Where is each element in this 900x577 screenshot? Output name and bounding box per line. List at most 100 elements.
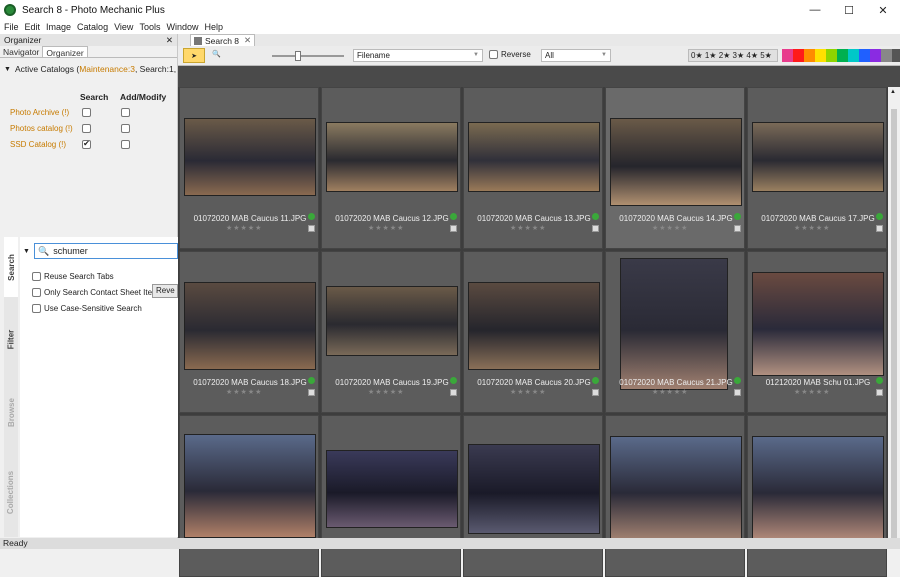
- menu-help[interactable]: Help: [204, 22, 223, 32]
- color-swatch[interactable]: [881, 49, 892, 62]
- thumbnail-image[interactable]: [752, 272, 884, 376]
- scroll-up-icon[interactable]: ▲: [890, 89, 896, 95]
- checkbox[interactable]: [32, 287, 41, 297]
- thumbnail-image[interactable]: [326, 286, 458, 356]
- color-swatch[interactable]: [804, 49, 815, 62]
- vtab-collections[interactable]: Collections: [4, 457, 18, 527]
- star-rating-icon[interactable]: ★★★★★: [510, 388, 546, 396]
- tag-checkbox[interactable]: [592, 225, 599, 232]
- catalog-name[interactable]: Photo Archive (!): [10, 108, 80, 117]
- reveal-button[interactable]: Reve: [152, 284, 178, 298]
- tab-search-8[interactable]: Search 8 ✕: [190, 34, 256, 46]
- vtab-filter[interactable]: Filter: [4, 309, 18, 369]
- thumbnail-image[interactable]: [620, 258, 728, 390]
- option-reuse-search-tabs[interactable]: Reuse Search Tabs: [32, 270, 114, 282]
- menu-catalog[interactable]: Catalog: [77, 22, 108, 32]
- star-rating-icon[interactable]: ★★★★★: [652, 388, 688, 396]
- thumbnail-cell[interactable]: 01072020 MAB Caucus 21.JPG ★★★★★: [605, 251, 745, 413]
- reverse-toggle[interactable]: Reverse: [489, 50, 531, 59]
- maximize-button[interactable]: ☐: [832, 0, 866, 20]
- menu-image[interactable]: Image: [46, 22, 71, 32]
- tab-navigator[interactable]: Navigator: [0, 46, 42, 57]
- panel-close-icon[interactable]: ✕: [166, 35, 173, 46]
- thumbnail-cell[interactable]: [321, 415, 461, 577]
- tag-checkbox[interactable]: [734, 389, 741, 396]
- thumbnail-cell[interactable]: [605, 415, 745, 577]
- thumbnail-image[interactable]: [468, 444, 600, 534]
- star-rating-icon[interactable]: ★★★★★: [794, 224, 830, 232]
- thumbnail-cell[interactable]: 01072020 MAB Caucus 11.JPG ★★★★★: [179, 87, 319, 249]
- checkbox[interactable]: [32, 303, 41, 313]
- tag-checkbox[interactable]: [734, 225, 741, 232]
- color-swatch[interactable]: [859, 49, 870, 62]
- color-swatch[interactable]: [815, 49, 826, 62]
- close-button[interactable]: ✕: [866, 0, 900, 20]
- menu-view[interactable]: View: [114, 22, 133, 32]
- tab-organizer[interactable]: Organizer: [42, 46, 88, 58]
- vtab-browse[interactable]: Browse: [4, 382, 18, 442]
- color-swatch[interactable]: [793, 49, 804, 62]
- thumbnail-cell[interactable]: [179, 415, 319, 577]
- catalog-search-checkbox[interactable]: [82, 107, 91, 117]
- menu-tools[interactable]: Tools: [139, 22, 160, 32]
- thumbnail-image[interactable]: [184, 282, 316, 370]
- catalog-modify-checkbox[interactable]: [121, 123, 130, 133]
- active-catalogs-heading[interactable]: ▼ Active Catalogs (Maintenance:3, Search…: [4, 64, 178, 74]
- thumbnail-size-slider[interactable]: [272, 51, 344, 61]
- reverse-checkbox[interactable]: [489, 50, 498, 59]
- thumbnail-cell[interactable]: 01212020 MAB Schu 01.JPG ★★★★★: [747, 251, 887, 413]
- vtab-search[interactable]: Search: [4, 237, 18, 297]
- catalog-name[interactable]: Photos catalog (!): [10, 124, 80, 133]
- color-swatch[interactable]: [870, 49, 881, 62]
- filter-dropdown[interactable]: All ▼: [541, 49, 611, 62]
- thumbnail-image[interactable]: [326, 122, 458, 192]
- thumbnail-cell[interactable]: [463, 415, 603, 577]
- close-tab-icon[interactable]: ✕: [244, 35, 251, 46]
- scrollbar-thumb[interactable]: [891, 109, 897, 539]
- thumbnail-image[interactable]: [610, 436, 742, 540]
- option-case-sensitive[interactable]: Use Case-Sensitive Search: [32, 302, 142, 314]
- vertical-scrollbar[interactable]: ▲: [888, 87, 900, 539]
- color-swatch[interactable]: [848, 49, 859, 62]
- thumbnail-cell[interactable]: 01072020 MAB Caucus 20.JPG ★★★★★: [463, 251, 603, 413]
- tag-checkbox[interactable]: [876, 225, 883, 232]
- tag-checkbox[interactable]: [450, 225, 457, 232]
- select-tool-button[interactable]: ➤: [183, 48, 205, 63]
- menu-file[interactable]: File: [4, 22, 19, 32]
- thumbnail-image[interactable]: [752, 122, 884, 192]
- tag-checkbox[interactable]: [592, 389, 599, 396]
- thumbnail-cell[interactable]: 01072020 MAB Caucus 14.JPG ★★★★★: [605, 87, 745, 249]
- color-swatch[interactable]: [837, 49, 848, 62]
- star-rating-icon[interactable]: ★★★★★: [510, 224, 546, 232]
- thumbnail-cell[interactable]: 01072020 MAB Caucus 12.JPG ★★★★★: [321, 87, 461, 249]
- zoom-tool-icon[interactable]: 🔍: [212, 50, 221, 58]
- catalog-search-checkbox-checked[interactable]: ✔: [82, 139, 91, 149]
- star-rating-filter[interactable]: 0★ 1★ 2★ 3★ 4★ 5★: [688, 49, 778, 62]
- thumbnail-cell[interactable]: 01072020 MAB Caucus 19.JPG ★★★★★: [321, 251, 461, 413]
- thumbnail-cell[interactable]: 01072020 MAB Caucus 17.JPG ★★★★★: [747, 87, 887, 249]
- star-rating-icon[interactable]: ★★★★★: [226, 224, 262, 232]
- star-rating-icon[interactable]: ★★★★★: [652, 224, 688, 232]
- tag-checkbox[interactable]: [876, 389, 883, 396]
- catalog-modify-checkbox[interactable]: [121, 107, 130, 117]
- catalog-search-checkbox[interactable]: [82, 123, 91, 133]
- collapse-triangle-icon[interactable]: ▼: [4, 66, 11, 73]
- search-input[interactable]: 🔍 schumer: [34, 243, 178, 259]
- sort-dropdown[interactable]: Filename ▼: [353, 49, 483, 62]
- thumbnail-image[interactable]: [184, 118, 316, 196]
- tag-checkbox[interactable]: [308, 225, 315, 232]
- slider-thumb[interactable]: [295, 51, 302, 61]
- catalog-name[interactable]: SSD Catalog (!): [10, 140, 80, 149]
- thumbnail-image[interactable]: [468, 282, 600, 370]
- star-rating-icon[interactable]: ★★★★★: [226, 388, 262, 396]
- option-contact-sheet-only[interactable]: Only Search Contact Sheet Items: [32, 286, 163, 298]
- thumbnail-image[interactable]: [326, 450, 458, 528]
- minimize-button[interactable]: —: [798, 0, 832, 20]
- thumbnail-image[interactable]: [184, 434, 316, 538]
- search-options-dropdown-icon[interactable]: ▼: [23, 248, 30, 255]
- tag-checkbox[interactable]: [450, 389, 457, 396]
- thumbnail-cell[interactable]: [747, 415, 887, 577]
- checkbox[interactable]: [32, 271, 41, 281]
- color-swatch[interactable]: [782, 49, 793, 62]
- menu-edit[interactable]: Edit: [25, 22, 41, 32]
